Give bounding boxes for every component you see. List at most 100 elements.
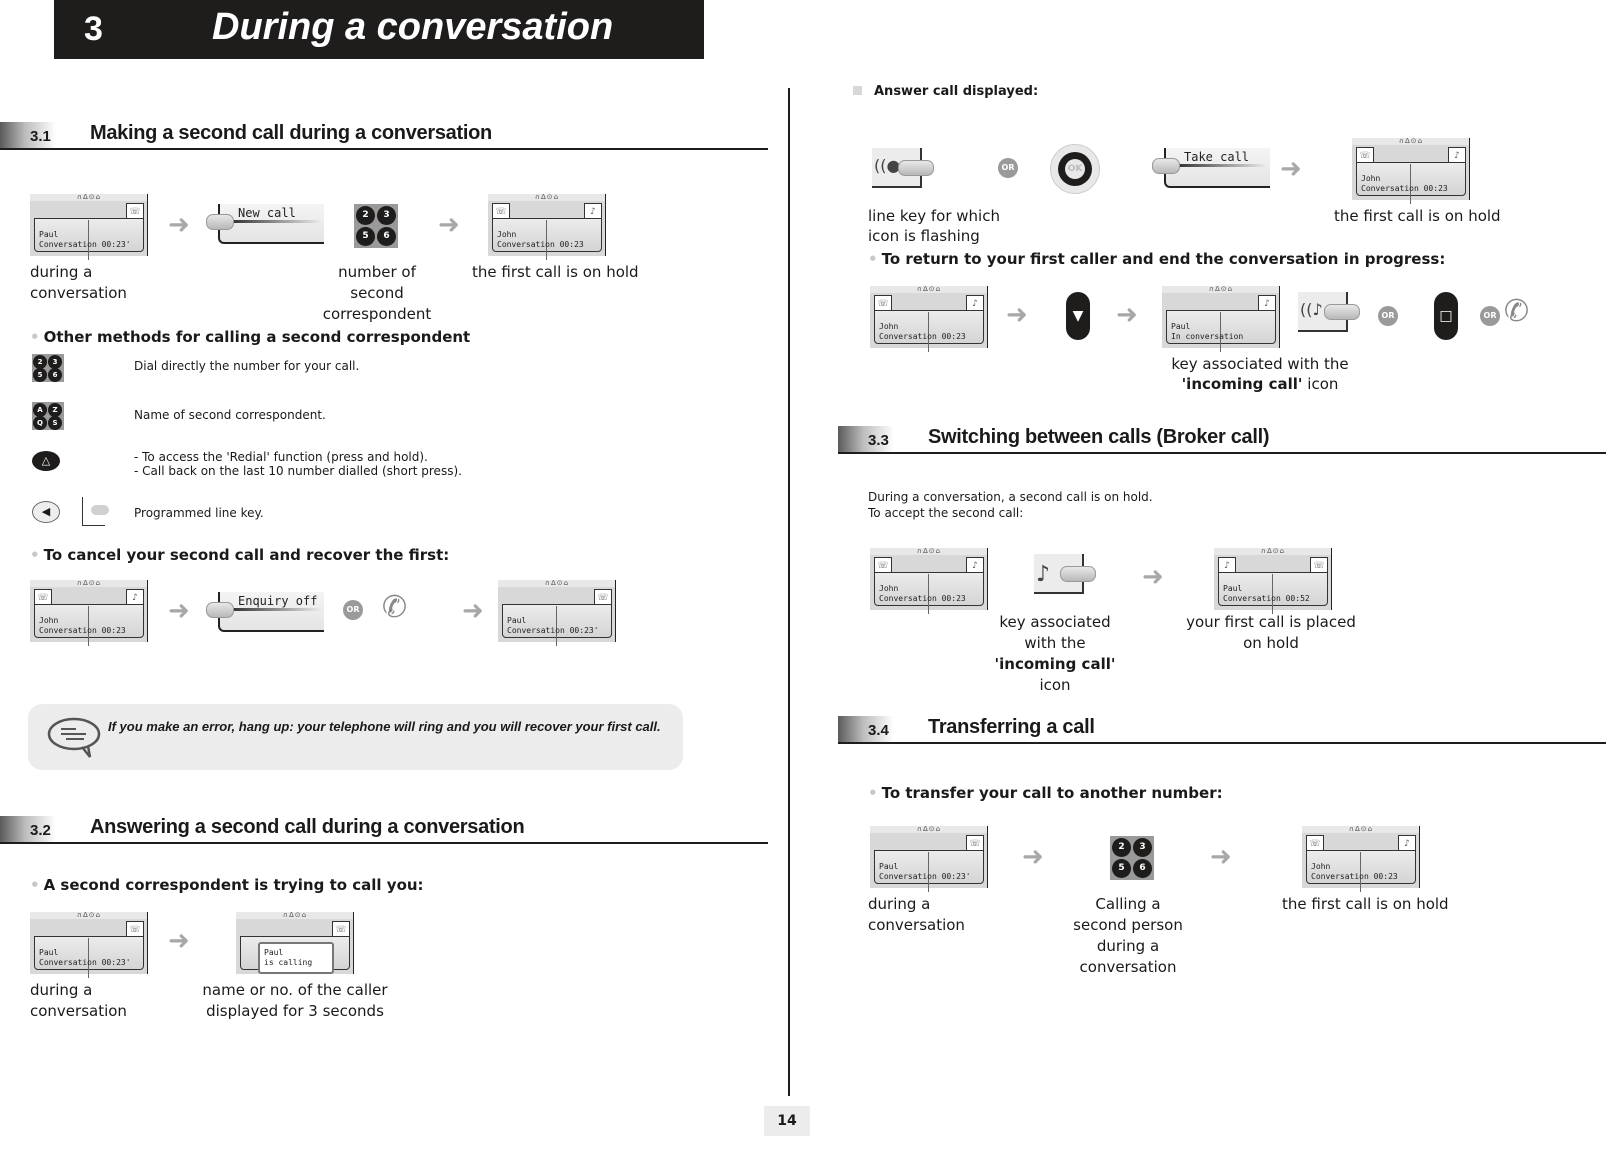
- section-header-3-2: 3.2 Answering a second call during a con…: [0, 816, 768, 844]
- screen-line-2: Conversation 00:52: [1223, 594, 1310, 603]
- chapter-title: During a conversation: [212, 6, 614, 48]
- hang-up-key-icon[interactable]: ▼: [1066, 292, 1090, 340]
- screen-line-1: Paul: [1171, 322, 1191, 331]
- phone-screen: ∩Δ⊙⌂ ☏ ♪ John Conversation 00:23: [1352, 138, 1470, 204]
- screen-line-2: Conversation 00:23: [39, 626, 126, 635]
- phone-screen: ∩Δ⊙⌂ ☏ ♪ John Conversation 00:23: [1302, 826, 1420, 892]
- screen-line-2: Conversation 00:23: [1361, 184, 1448, 193]
- arrow-right-icon: ➜: [168, 596, 190, 626]
- screen-line-2: In conversation: [1171, 332, 1244, 341]
- status-icons: ∩Δ⊙⌂: [498, 580, 616, 587]
- section-number: 3.4: [868, 722, 889, 739]
- screen-line-2: Conversation 00:23: [879, 332, 966, 341]
- note-box: If you make an error, hang up: your tele…: [28, 704, 683, 770]
- caption: line key for which: [868, 207, 1000, 225]
- caption: name or no. of the caller displayed for …: [202, 981, 388, 1020]
- softkey-new-call[interactable]: New call: [206, 202, 326, 244]
- section-header-3-3: 3.3 Switching between calls (Broker call…: [838, 426, 1606, 454]
- ok-label: OK: [1065, 159, 1085, 179]
- screen-line-1: Paul: [1223, 584, 1243, 593]
- numeric-keypad-icon[interactable]: 23 56: [354, 204, 398, 248]
- speaker-key-icon[interactable]: □: [1434, 292, 1458, 340]
- caption: 'incoming call' icon: [1181, 375, 1339, 393]
- note-text: If you make an error, hang up: your tele…: [108, 719, 661, 734]
- subheading: To cancel your second call and recover t…: [30, 546, 450, 564]
- redial-key-icon: △: [32, 451, 60, 471]
- screen-line-1: Paul: [39, 230, 59, 239]
- caption: the first call is on hold: [1282, 895, 1449, 913]
- arrow-right-icon: ➜: [168, 210, 190, 240]
- chapter-banner: 3 During a conversation: [54, 0, 704, 59]
- arrow-right-icon: ➜: [1280, 154, 1302, 184]
- caption: icon is flashing: [868, 227, 980, 245]
- screen-line-1: John: [497, 230, 517, 239]
- pick-up-handset-icon[interactable]: ✆: [1504, 294, 1552, 334]
- line-selector-icon: ◀: [32, 501, 60, 523]
- square-bullet-icon: [853, 86, 862, 95]
- caption: the first call is on hold: [1334, 207, 1501, 225]
- phone-screen: ∩Δ⊙⌂ ☏ ♪ John Conversation 00:23: [870, 286, 988, 352]
- screen-line-1: John: [1311, 862, 1331, 871]
- screen-line-1: Paul: [507, 616, 527, 625]
- phone-screen: ∩Δ⊙⌂ ☏ ♪ John Conversation 00:23: [30, 580, 148, 646]
- arrow-right-icon: ➜: [462, 596, 484, 626]
- subheading: A second correspondent is trying to call…: [30, 876, 424, 894]
- caption: key associated with the: [1171, 355, 1349, 373]
- arrow-right-icon: ➜: [438, 210, 460, 240]
- screen-line-2: is calling: [264, 958, 313, 967]
- chapter-number: 3: [84, 10, 103, 48]
- section-title: Making a second call during a conversati…: [90, 122, 492, 144]
- section-number: 3.3: [868, 432, 889, 449]
- phone-screen: ∩Δ⊙⌂ ☏ Paul Conversation 00:23': [30, 912, 148, 978]
- column-divider: [788, 88, 790, 1096]
- or-badge: OR: [998, 158, 1018, 178]
- hang-up-handset-icon[interactable]: ✆: [382, 590, 430, 630]
- incoming-call-line-key[interactable]: ((♪: [1298, 292, 1360, 332]
- arrow-right-icon: ➜: [1116, 300, 1138, 330]
- caption: during a conversation: [868, 895, 965, 934]
- subheading: To transfer your call to another number:: [868, 784, 1223, 802]
- numeric-keypad-icon[interactable]: 23 56: [1110, 836, 1154, 880]
- caption: the first call is on hold: [472, 263, 639, 281]
- screen-line-2: Conversation 00:23': [39, 240, 131, 249]
- status-icons: ∩Δ⊙⌂: [236, 912, 354, 919]
- music-note-icon: ♪: [1036, 562, 1051, 587]
- method-text: Dial directly the number for your call.: [134, 359, 360, 373]
- section-title: Transferring a call: [928, 716, 1095, 738]
- caption: Calling a second person during a convers…: [1073, 895, 1183, 976]
- section-title: Switching between calls (Broker call): [928, 426, 1270, 448]
- programmed-line-key-icon: [82, 497, 109, 526]
- status-icons: ∩Δ⊙⌂: [30, 912, 148, 919]
- phone-screen: ∩Δ⊙⌂ ☏ ♪ John Conversation 00:23: [488, 194, 606, 260]
- phone-screen: ∩Δ⊙⌂ ♪ Paul In conversation: [1162, 286, 1280, 352]
- softkey-enquiry-off[interactable]: Enquiry off: [206, 590, 326, 632]
- screen-line-1: Paul: [39, 948, 59, 957]
- softkey-label: Take call: [1184, 150, 1250, 164]
- incoming-call-icon: ((♪: [1300, 300, 1323, 319]
- arrow-right-icon: ➜: [1022, 842, 1044, 872]
- phone-screen: ∩Δ⊙⌂ ☏ ♪ John Conversation 00:23: [870, 548, 988, 614]
- screen-line-2: Conversation 00:23': [39, 958, 131, 967]
- status-icons: ∩Δ⊙⌂: [1214, 548, 1332, 555]
- caption: your first call is placed on hold: [1186, 613, 1356, 652]
- section-header-3-4: 3.4 Transferring a call: [838, 716, 1606, 744]
- softkey-label: Enquiry off: [238, 594, 318, 608]
- screen-line-1: Paul: [264, 948, 284, 957]
- caption: key associated with the 'incoming call' …: [994, 613, 1116, 694]
- status-icons: ∩Δ⊙⌂: [1352, 138, 1470, 145]
- softkey-take-call[interactable]: Take call: [1152, 146, 1272, 188]
- caption: during a conversation: [30, 263, 127, 302]
- numeric-keypad-icon: 23 56: [32, 354, 64, 382]
- status-icons: ∩Δ⊙⌂: [870, 548, 988, 555]
- line-key-incoming[interactable]: ((●: [872, 148, 934, 188]
- phone-screen: ∩Δ⊙⌂ ☏ Paul Conversation 00:23': [498, 580, 616, 646]
- screen-line-2: Conversation 00:23': [879, 872, 971, 881]
- status-icons: ∩Δ⊙⌂: [870, 286, 988, 293]
- incoming-call-line-key[interactable]: ♪: [1034, 554, 1096, 594]
- caption: number of second correspondent: [322, 263, 432, 323]
- method-text: Name of second correspondent.: [134, 408, 326, 422]
- screen-line-2: Conversation 00:23': [507, 626, 599, 635]
- ok-navigator-button[interactable]: OK: [1050, 144, 1100, 194]
- method-text: - To access the 'Redial' function (press…: [134, 450, 462, 478]
- page-number: 14: [764, 1106, 810, 1136]
